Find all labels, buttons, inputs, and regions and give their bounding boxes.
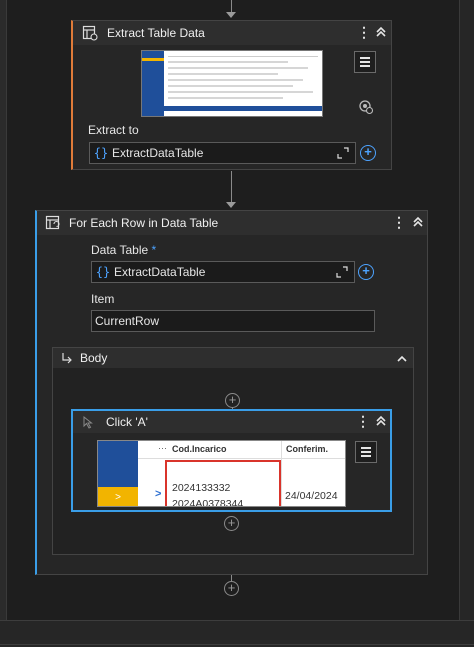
item-label: Item <box>91 292 115 306</box>
chevron-double-up-icon[interactable] <box>374 414 390 430</box>
left-panel-edge <box>0 0 7 620</box>
connector-line <box>231 575 232 581</box>
item-value: CurrentRow <box>95 314 160 328</box>
extract-to-field[interactable]: {} ExtractDataTable <box>89 142 356 164</box>
variable-brace-icon: {} <box>95 265 111 279</box>
required-marker: * <box>151 243 157 257</box>
plus-circle-icon[interactable]: + <box>360 145 376 161</box>
click-activity[interactable]: Click 'A' ⋮ > ··· Cod.Incarico Conferim.… <box>71 409 392 512</box>
expand-editor-icon[interactable] <box>336 266 348 278</box>
preview-side-chevron: > <box>115 492 121 503</box>
table-loop-icon <box>45 215 61 231</box>
activity-header[interactable]: For Each Row in Data Table ⋮ <box>37 211 427 235</box>
hamburger-menu-icon[interactable] <box>354 51 376 73</box>
more-vert-icon[interactable]: ⋮ <box>392 214 406 231</box>
body-header[interactable]: Body <box>53 348 413 368</box>
data-table-label: Data Table * <box>91 243 156 257</box>
data-table-field[interactable]: {} ExtractDataTable <box>91 261 355 283</box>
bottom-panel-edge <box>0 620 474 647</box>
activity-title: Click 'A' <box>106 415 148 429</box>
extract-to-value: ExtractDataTable <box>112 146 204 160</box>
body-label: Body <box>80 351 108 365</box>
preview-more-icon: ··· <box>158 443 167 453</box>
target-screenshot-preview: > ··· Cod.Incarico Conferim. > 202413333… <box>97 440 346 507</box>
extract-to-label: Extract to <box>88 123 139 137</box>
connector-arrow <box>226 202 236 208</box>
chevron-double-up-icon[interactable] <box>411 215 427 231</box>
activity-header[interactable]: Extract Table Data ⋮ <box>73 21 391 45</box>
vertical-scrollbar[interactable] <box>459 0 474 620</box>
return-arrow-icon <box>61 351 73 364</box>
item-field[interactable]: CurrentRow <box>91 310 375 332</box>
table-extract-icon <box>82 25 98 41</box>
variable-brace-icon: {} <box>93 146 109 160</box>
plus-circle-icon[interactable]: + <box>225 393 240 408</box>
preview-row-chevron: > <box>155 488 162 500</box>
more-vert-icon[interactable]: ⋮ <box>357 24 371 41</box>
connector-line <box>231 171 232 203</box>
data-table-label-text: Data Table <box>91 243 149 257</box>
target-settings-icon[interactable] <box>358 99 374 115</box>
expand-editor-icon[interactable] <box>337 147 349 159</box>
cursor-click-icon <box>81 415 95 429</box>
preview-value1: 2024133332 <box>172 482 231 494</box>
target-screenshot-preview <box>141 50 323 117</box>
chevron-up-icon[interactable] <box>396 352 408 364</box>
plus-circle-icon[interactable]: + <box>224 516 239 531</box>
activity-title: For Each Row in Data Table <box>69 216 219 230</box>
hamburger-menu-icon[interactable] <box>355 441 377 463</box>
activity-header[interactable]: Click 'A' ⋮ <box>73 411 390 433</box>
preview-col2-header: Conferim. <box>286 444 329 454</box>
plus-circle-icon[interactable]: + <box>224 581 239 596</box>
data-table-value: ExtractDataTable <box>114 265 206 279</box>
preview-col1-header: Cod.Incarico <box>172 444 227 454</box>
workflow-canvas: Extract Table Data ⋮ Extract to {} Extra… <box>0 0 474 647</box>
preview-date: 24/04/2024 <box>285 490 338 502</box>
connector-arrow <box>226 12 236 18</box>
preview-sidebar-button: > <box>98 487 138 506</box>
chevron-double-up-icon[interactable] <box>374 25 390 41</box>
activity-title: Extract Table Data <box>107 26 205 40</box>
extract-table-data-activity[interactable]: Extract Table Data ⋮ Extract to {} Extra… <box>71 20 392 170</box>
preview-value2: 2024A0378344 <box>172 498 244 507</box>
plus-circle-icon[interactable]: + <box>358 264 374 280</box>
more-vert-icon[interactable]: ⋮ <box>356 413 370 430</box>
